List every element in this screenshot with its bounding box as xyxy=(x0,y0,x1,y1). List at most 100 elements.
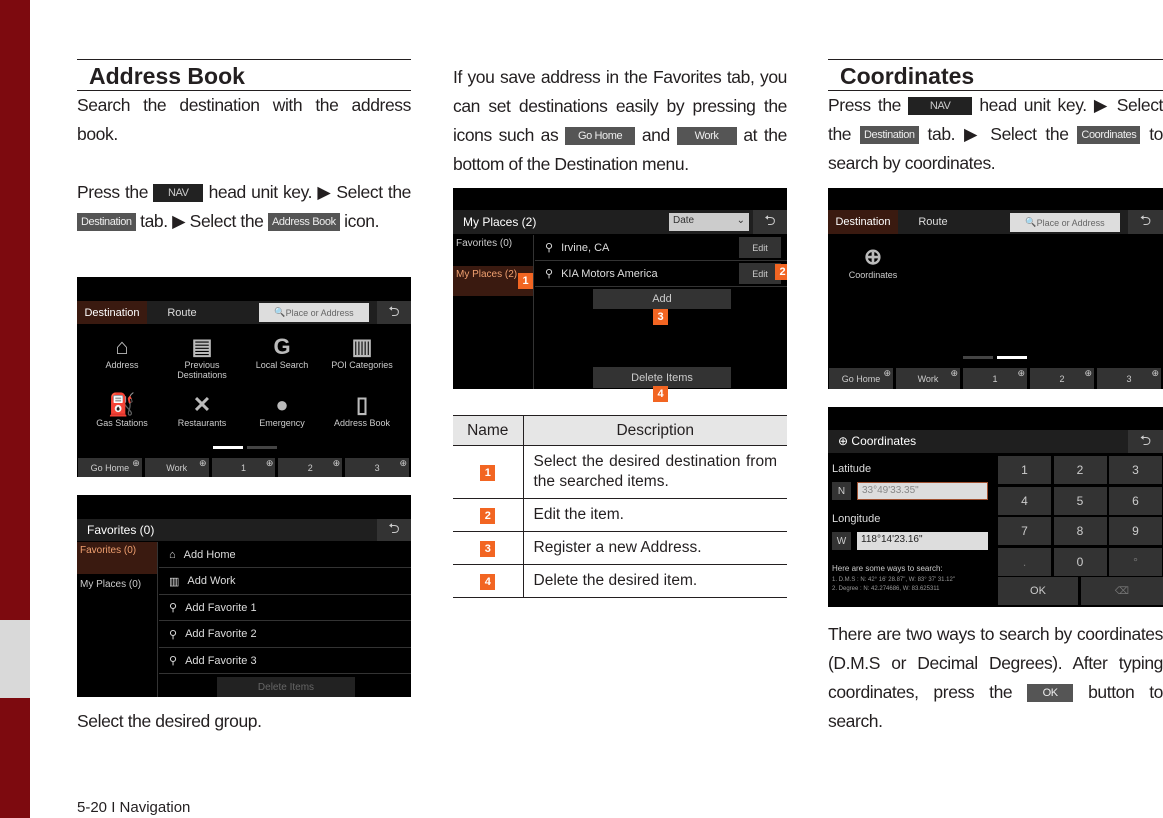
menu-item[interactable]: ▤ Previous Destinations xyxy=(162,334,242,380)
list-item[interactable]: ⚲ Add Favorite 1 xyxy=(159,595,411,621)
menu-item-label: Address Book xyxy=(333,418,391,428)
section-heading: Coordinates xyxy=(828,59,1163,91)
keypad-key[interactable]: 9 xyxy=(1109,517,1162,545)
fork-spoon-icon: ✕ xyxy=(192,392,212,417)
edit-button[interactable]: Edit xyxy=(739,237,781,258)
plus-circle-icon: ⊕ xyxy=(265,458,274,468)
coordinates-item[interactable]: ⊕ Coordinates xyxy=(838,244,908,280)
favorite-slot[interactable]: 1 ⊕ xyxy=(963,368,1027,389)
menu-item-label: Gas Stations xyxy=(96,418,148,428)
keypad-key[interactable]: 5 xyxy=(1053,486,1107,515)
plus-circle-icon: ⊕ xyxy=(883,368,891,378)
hint-title: Here are some ways to search: xyxy=(832,564,943,573)
favorite-label: Go Home xyxy=(90,462,130,473)
menu-item[interactable]: ⛽ Gas Stations xyxy=(82,392,162,428)
list-item[interactable]: ⌂ Add Home xyxy=(159,542,411,568)
back-button[interactable]: ⮌ xyxy=(1128,430,1163,453)
longitude-input[interactable]: 118°14'23.16" xyxy=(857,532,988,550)
coordinates-note: There are two ways to search by coordina… xyxy=(828,620,1163,736)
nav-key: NAV xyxy=(153,184,204,203)
tab-route[interactable]: Route xyxy=(147,301,217,324)
menu-item[interactable]: ▯ Address Book xyxy=(322,392,402,428)
table-row: 4 Delete the desired item. xyxy=(453,564,787,598)
keypad-key[interactable]: 3 xyxy=(1109,456,1162,484)
latitude-label: Latitude xyxy=(832,463,872,475)
search-icon: 🔍 xyxy=(274,307,286,317)
menu-item[interactable]: ● Emergency xyxy=(242,392,322,428)
globe-icon: ⊕ xyxy=(838,434,849,448)
side-tab-favorites[interactable]: Favorites (0) xyxy=(77,542,157,574)
chevron-down-icon: ⌄ xyxy=(736,215,745,226)
keypad-key[interactable]: 0 xyxy=(1053,547,1107,576)
list-item[interactable]: ⚲ Add Favorite 2 xyxy=(159,622,411,648)
favorite-slot[interactable]: 2 ⊕ xyxy=(278,458,343,477)
latitude-direction-button[interactable]: N xyxy=(832,482,851,500)
keypad-key[interactable]: 7 xyxy=(998,517,1051,545)
back-button[interactable]: ⮌ xyxy=(753,210,787,234)
work-key: Work xyxy=(676,127,737,146)
menu-item[interactable]: ▥ POI Categories xyxy=(322,334,402,370)
callout-number: 1 xyxy=(480,465,496,481)
favorite-slot[interactable]: Go Home ⊕ xyxy=(829,368,893,389)
back-button[interactable]: ⮌ xyxy=(377,519,411,541)
keypad-key[interactable]: 6 xyxy=(1109,486,1162,515)
menu-item[interactable]: ✕ Restaurants xyxy=(162,392,242,428)
keypad-key[interactable]: 2 xyxy=(1053,456,1107,484)
favorite-label: 3 xyxy=(1126,373,1132,384)
favorite-slot[interactable]: 3 ⊕ xyxy=(345,458,409,477)
t: icon. xyxy=(344,211,380,231)
hint-degree: 2. Degree : N: 42.274686, W: 83.625311 xyxy=(832,586,940,592)
item-label: Add Home xyxy=(183,548,236,561)
caption: Select the desired group. xyxy=(77,711,262,731)
steps-text: Press the NAV head unit key. ▶ Select th… xyxy=(828,91,1163,178)
backspace-icon[interactable]: ⌫ xyxy=(1081,577,1163,605)
keypad-key[interactable]: 4 xyxy=(998,486,1051,515)
screen-title: ⊕ Coordinates xyxy=(838,434,916,448)
favorite-slot[interactable]: Work ⊕ xyxy=(144,458,209,477)
favorite-slot[interactable]: 3 ⊕ xyxy=(1097,368,1161,389)
pin-plus-icon: ⚲ xyxy=(169,628,178,641)
screen-title: My Places (2) xyxy=(463,215,537,229)
search-input[interactable]: 🔍 Place or Address xyxy=(259,303,369,322)
keypad-key[interactable]: ° xyxy=(1109,547,1162,576)
list-item[interactable]: ▥ Add Work xyxy=(159,569,411,595)
menu-item[interactable]: ⌂ Address xyxy=(82,334,162,370)
keypad-key[interactable]: . xyxy=(998,547,1051,576)
latitude-input[interactable]: 33°49'33.35" xyxy=(857,482,988,500)
list-item[interactable]: ⚲ Add Favorite 3 xyxy=(159,648,411,674)
tab-route[interactable]: Route xyxy=(898,210,968,234)
list-item[interactable]: ⚲ KIA Motors America Edit xyxy=(535,261,787,287)
back-button[interactable]: ⮌ xyxy=(377,301,411,324)
favorite-slot[interactable]: Go Home ⊕ xyxy=(78,458,142,477)
menu-item[interactable]: G Local Search xyxy=(242,334,322,370)
sort-dropdown[interactable]: Date ⌄ xyxy=(669,213,749,231)
longitude-label: Longitude xyxy=(832,513,881,525)
list-item[interactable]: ⚲ Irvine, CA Edit xyxy=(535,235,787,261)
tab-destination[interactable]: Destination xyxy=(77,301,147,324)
plus-circle-icon: ⊕ xyxy=(399,458,407,468)
house-search-icon: ⌂ xyxy=(115,334,129,359)
pin-plus-icon: ⚲ xyxy=(169,602,178,614)
ok-key: OK xyxy=(1027,684,1074,703)
item-label: Irvine, CA xyxy=(561,241,610,254)
add-button[interactable]: Add xyxy=(593,289,731,309)
delete-items-button[interactable]: Delete Items xyxy=(217,677,355,697)
search-input[interactable]: 🔍 Place or Address xyxy=(1010,213,1120,232)
my-places-screen: My Places (2) Date ⌄ ⮌ Favorites (0) My P… xyxy=(453,188,787,389)
favorite-slot[interactable]: Work ⊕ xyxy=(896,368,960,389)
back-button[interactable]: ⮌ xyxy=(1128,210,1163,234)
longitude-direction-button[interactable]: W xyxy=(832,532,851,550)
keypad-key[interactable]: 8 xyxy=(1053,517,1107,545)
ok-button[interactable]: OK xyxy=(998,577,1078,605)
favorite-slot[interactable]: 2 ⊕ xyxy=(1030,368,1094,389)
tab-destination[interactable]: Destination xyxy=(828,210,898,234)
chapter-sidebar xyxy=(0,0,30,818)
t: Press the xyxy=(828,95,902,115)
menu-item-label: POI Categories xyxy=(331,360,393,370)
delete-items-button[interactable]: Delete Items xyxy=(593,367,731,388)
side-tab-favorites[interactable]: Favorites (0) xyxy=(453,235,533,265)
favorite-slot[interactable]: 1 ⊕ xyxy=(211,458,276,477)
intro-text: Search the destination with the address … xyxy=(77,95,411,144)
side-tab-my-places[interactable]: My Places (0) xyxy=(77,576,157,608)
keypad-key[interactable]: 1 xyxy=(998,456,1051,484)
